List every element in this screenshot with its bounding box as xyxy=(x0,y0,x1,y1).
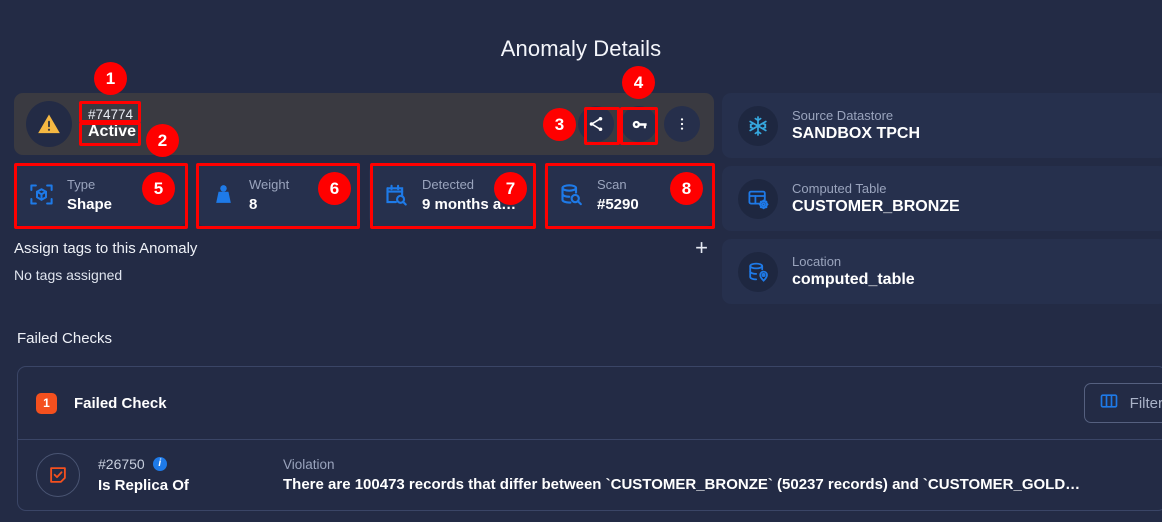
info-card-label: Weight xyxy=(249,176,290,192)
failed-checks-panel: 1 Failed Check Filter #26750 i Is Replic… xyxy=(17,366,1162,511)
annotation-marker-6: 6 xyxy=(318,172,351,205)
annotation-marker-2: 2 xyxy=(146,124,179,157)
calendar-search-icon xyxy=(383,181,410,208)
anomaly-status-bar: #74774 Active xyxy=(14,93,714,155)
filter-button[interactable]: Filter xyxy=(1083,383,1162,423)
violation-text: There are 100473 records that differ bet… xyxy=(283,476,1081,493)
info-card-value: #5290 xyxy=(597,196,639,214)
page-title: Anomaly Details xyxy=(500,36,662,61)
table-row[interactable]: #26750 i Is Replica Of Violation There a… xyxy=(18,439,1162,510)
info-card-value: Shape xyxy=(67,196,113,214)
side-card-label: Location xyxy=(792,254,842,269)
shape-cube-icon xyxy=(28,181,55,208)
check-square-icon xyxy=(36,453,80,497)
side-card-location[interactable]: Location computed_table xyxy=(722,239,1162,304)
snowflake-icon xyxy=(738,105,778,146)
info-icon[interactable]: i xyxy=(152,456,167,471)
info-card-label: Type xyxy=(67,176,96,192)
anomaly-details-page: Anomaly Details #74774 Active Type Shape… xyxy=(0,0,1162,522)
left-column: #74774 Active Type Shape Weight 8 Detect… xyxy=(14,93,714,283)
database-location-icon xyxy=(738,251,778,292)
annotation-marker-7: 7 xyxy=(494,172,527,205)
columns-icon xyxy=(1099,391,1119,415)
weight-icon xyxy=(210,181,237,208)
anomaly-id: #74774 xyxy=(88,106,134,122)
side-card-source-datastore[interactable]: Source Datastore SANDBOX TPCH xyxy=(722,93,1162,158)
failed-checks-heading: Failed Checks xyxy=(17,330,113,347)
violation-column-header: Violation xyxy=(283,457,335,472)
annotation-marker-4: 4 xyxy=(622,66,655,99)
status-bar-actions xyxy=(578,106,700,142)
info-card-label: Detected xyxy=(422,176,475,192)
info-card-value: 8 xyxy=(249,196,258,214)
annotation-marker-5: 5 xyxy=(142,172,175,205)
tags-empty-text: No tags assigned xyxy=(14,267,123,283)
tags-title: Assign tags to this Anomaly xyxy=(14,240,198,257)
failed-check-count-badge: 1 xyxy=(36,392,57,414)
key-button[interactable] xyxy=(621,106,657,142)
annotation-marker-3: 3 xyxy=(543,108,576,141)
side-card-computed-table[interactable]: Computed Table CUSTOMER_BRONZE xyxy=(722,166,1162,231)
failed-checks-header: 1 Failed Check Filter xyxy=(18,367,1162,439)
warning-triangle-icon xyxy=(26,101,72,147)
annotation-marker-1: 1 xyxy=(94,62,127,95)
share-button[interactable] xyxy=(578,106,614,142)
computed-table-icon xyxy=(738,178,778,219)
failed-check-name: Is Replica Of xyxy=(98,476,189,494)
failed-checks-panel-title: Failed Check xyxy=(74,394,167,412)
filter-button-label: Filter xyxy=(1129,394,1162,412)
side-card-label: Source Datastore xyxy=(792,108,894,123)
more-options-button[interactable] xyxy=(664,106,700,142)
side-card-label: Computed Table xyxy=(792,181,887,196)
right-column: Source Datastore SANDBOX TPCH Computed T… xyxy=(722,93,1162,312)
info-card-label: Scan xyxy=(597,176,627,192)
side-card-value: CUSTOMER_BRONZE xyxy=(792,198,960,215)
info-cards: Type Shape Weight 8 Detected 9 months a…… xyxy=(14,163,714,226)
failed-check-id: #26750 i xyxy=(98,455,283,473)
annotation-marker-8: 8 xyxy=(670,172,703,205)
add-tag-button[interactable]: + xyxy=(695,237,708,259)
anomaly-identity: #74774 Active xyxy=(88,107,136,142)
status-badge: Active xyxy=(88,123,137,141)
tags-section: Assign tags to this Anomaly No tags assi… xyxy=(14,237,714,284)
side-card-value: computed_table xyxy=(792,271,915,288)
side-card-value: SANDBOX TPCH xyxy=(792,125,921,142)
database-search-icon xyxy=(558,181,585,208)
